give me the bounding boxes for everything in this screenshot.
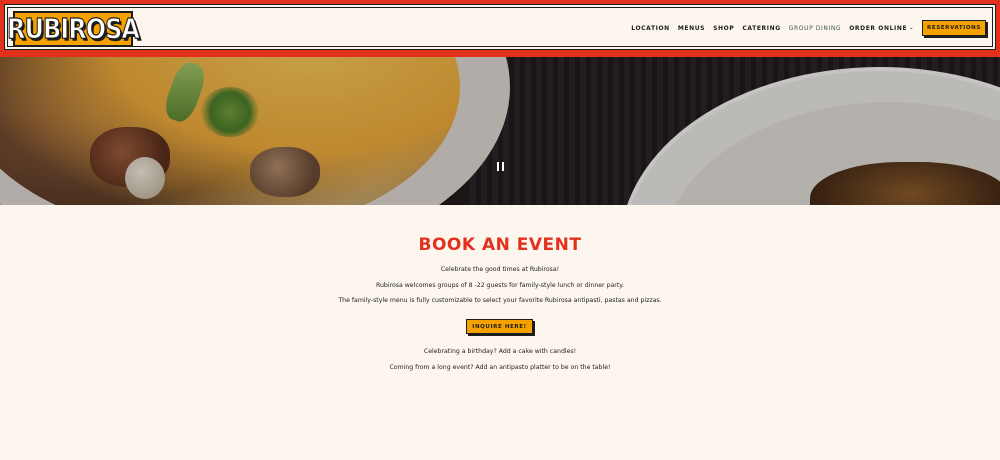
nav-order-online-label: ORDER ONLINE (849, 24, 908, 32)
birthday-line: Celebrating a birthday? Add a cake with … (423, 348, 577, 355)
page-title: BOOK AN EVENT (418, 235, 582, 255)
book-event-section: BOOK AN EVENT Celebrate the good times a… (0, 205, 1000, 460)
header-bar: RUBIROSA LOCATION MENUS SHOP CATERING GR… (4, 4, 996, 50)
inquire-button[interactable]: INQUIRE HERE! (466, 319, 533, 334)
nav-order-online[interactable]: ORDER ONLINE ⌄ (849, 25, 914, 32)
pause-icon[interactable] (494, 159, 506, 173)
nav-shop[interactable]: SHOP (713, 25, 734, 32)
hero-image (0, 57, 1000, 205)
nav-catering[interactable]: CATERING (742, 25, 780, 32)
intro-line: Celebrate the good times at Rubirosa! (440, 266, 560, 273)
main-nav: LOCATION MENUS SHOP CATERING GROUP DININ… (623, 18, 986, 38)
nav-location[interactable]: LOCATION (631, 25, 670, 32)
group-size-line: Rubirosa welcomes groups of 8 -22 guests… (375, 282, 625, 289)
chevron-down-icon: ⌄ (909, 25, 914, 31)
logo-text: RUBIROSA (7, 12, 141, 46)
nav-menus[interactable]: MENUS (678, 25, 705, 32)
reservations-button[interactable]: RESERVATIONS (922, 20, 986, 36)
site-header: RUBIROSA LOCATION MENUS SHOP CATERING GR… (0, 0, 1000, 57)
menu-line: The family-style menu is fully customiza… (338, 297, 662, 304)
logo[interactable]: RUBIROSA (7, 11, 140, 47)
antipasto-line: Coming from a long event? Add an antipas… (389, 364, 611, 371)
nav-group-dining[interactable]: GROUP DINING (789, 25, 841, 32)
